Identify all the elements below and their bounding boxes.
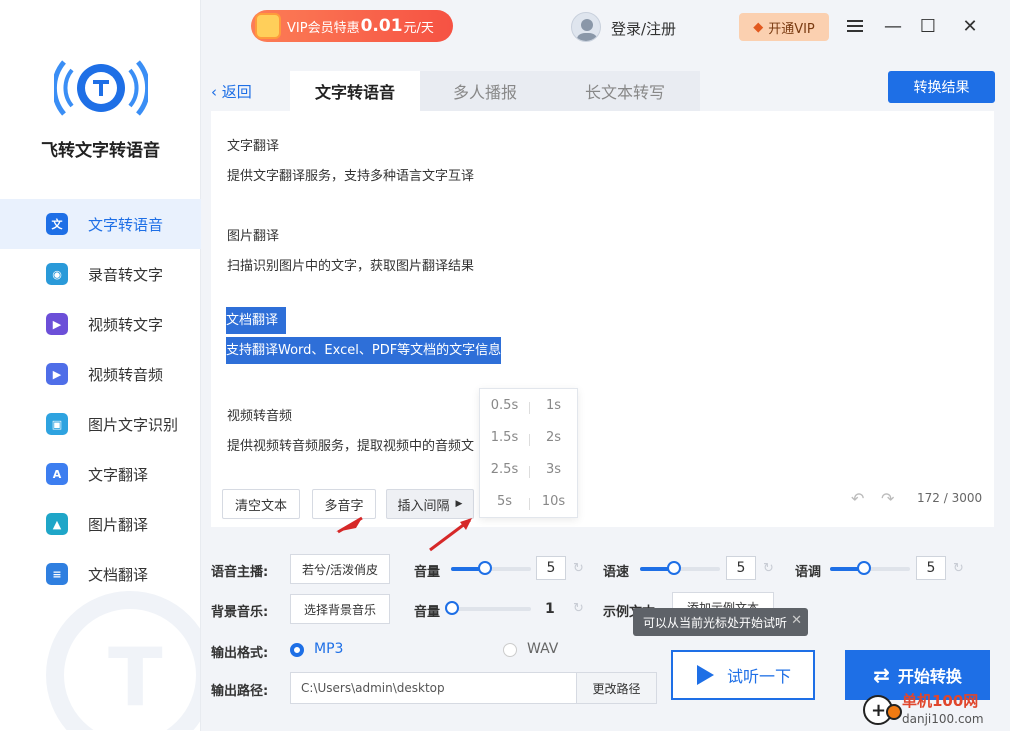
format-mp3-label[interactable]: MP3 [314, 641, 343, 657]
convert-icon: ⇄ [873, 663, 890, 687]
voice-label: 语音主播: [211, 565, 269, 580]
pitch-label: 语调 [795, 565, 822, 580]
volume-slider[interactable] [451, 561, 531, 575]
change-path-button[interactable]: 更改路径 [576, 673, 656, 703]
site-url: danji100.com [902, 712, 984, 726]
select-bgm-button[interactable]: 选择背景音乐 [290, 594, 390, 624]
pitch-value[interactable]: 5 [916, 556, 946, 580]
format-wav-label[interactable]: WAV [527, 641, 558, 657]
close-icon[interactable]: ✕ [791, 613, 802, 628]
voice-select-button[interactable]: 若兮/活泼俏皮 [290, 554, 390, 584]
reset-icon[interactable]: ↻ [573, 601, 584, 616]
bgm-volume-slider[interactable] [445, 601, 531, 615]
speed-label: 语速 [603, 565, 630, 580]
volume-value[interactable]: 5 [536, 556, 566, 580]
reset-icon[interactable]: ↻ [953, 561, 964, 576]
speed-value[interactable]: 5 [726, 556, 756, 580]
output-path-value[interactable]: C:\Users\admin\desktop [291, 681, 576, 695]
site-name: 单机100网 [902, 692, 979, 710]
format-label: 输出格式: [211, 646, 269, 661]
path-label: 输出路径: [211, 684, 269, 699]
bgm-volume-value: 1 [545, 601, 555, 617]
reset-icon[interactable]: ↻ [573, 561, 584, 576]
listen-label: 试听一下 [726, 667, 791, 686]
site-logo-icon: + [863, 695, 902, 725]
reset-icon[interactable]: ↻ [763, 561, 774, 576]
format-mp3-radio[interactable] [290, 643, 304, 657]
volume-label: 音量 [414, 565, 441, 580]
start-label: 开始转换 [897, 667, 962, 686]
listen-button[interactable]: 试听一下 [671, 650, 815, 700]
svg-text:+: + [871, 700, 886, 721]
speed-slider[interactable] [640, 561, 720, 575]
output-path-field: C:\Users\admin\desktop 更改路径 [290, 672, 657, 704]
bgm-label: 背景音乐: [211, 605, 269, 620]
pitch-slider[interactable] [830, 561, 910, 575]
bgm-volume-label: 音量 [414, 605, 441, 620]
listen-tooltip: 可以从当前光标处开始试听 ✕ [633, 608, 808, 636]
play-icon [696, 665, 714, 685]
format-wav-radio[interactable] [503, 643, 517, 657]
tooltip-text: 可以从当前光标处开始试听 [643, 615, 788, 630]
site-watermark: + 单机100网 danji100.com [862, 688, 1010, 731]
